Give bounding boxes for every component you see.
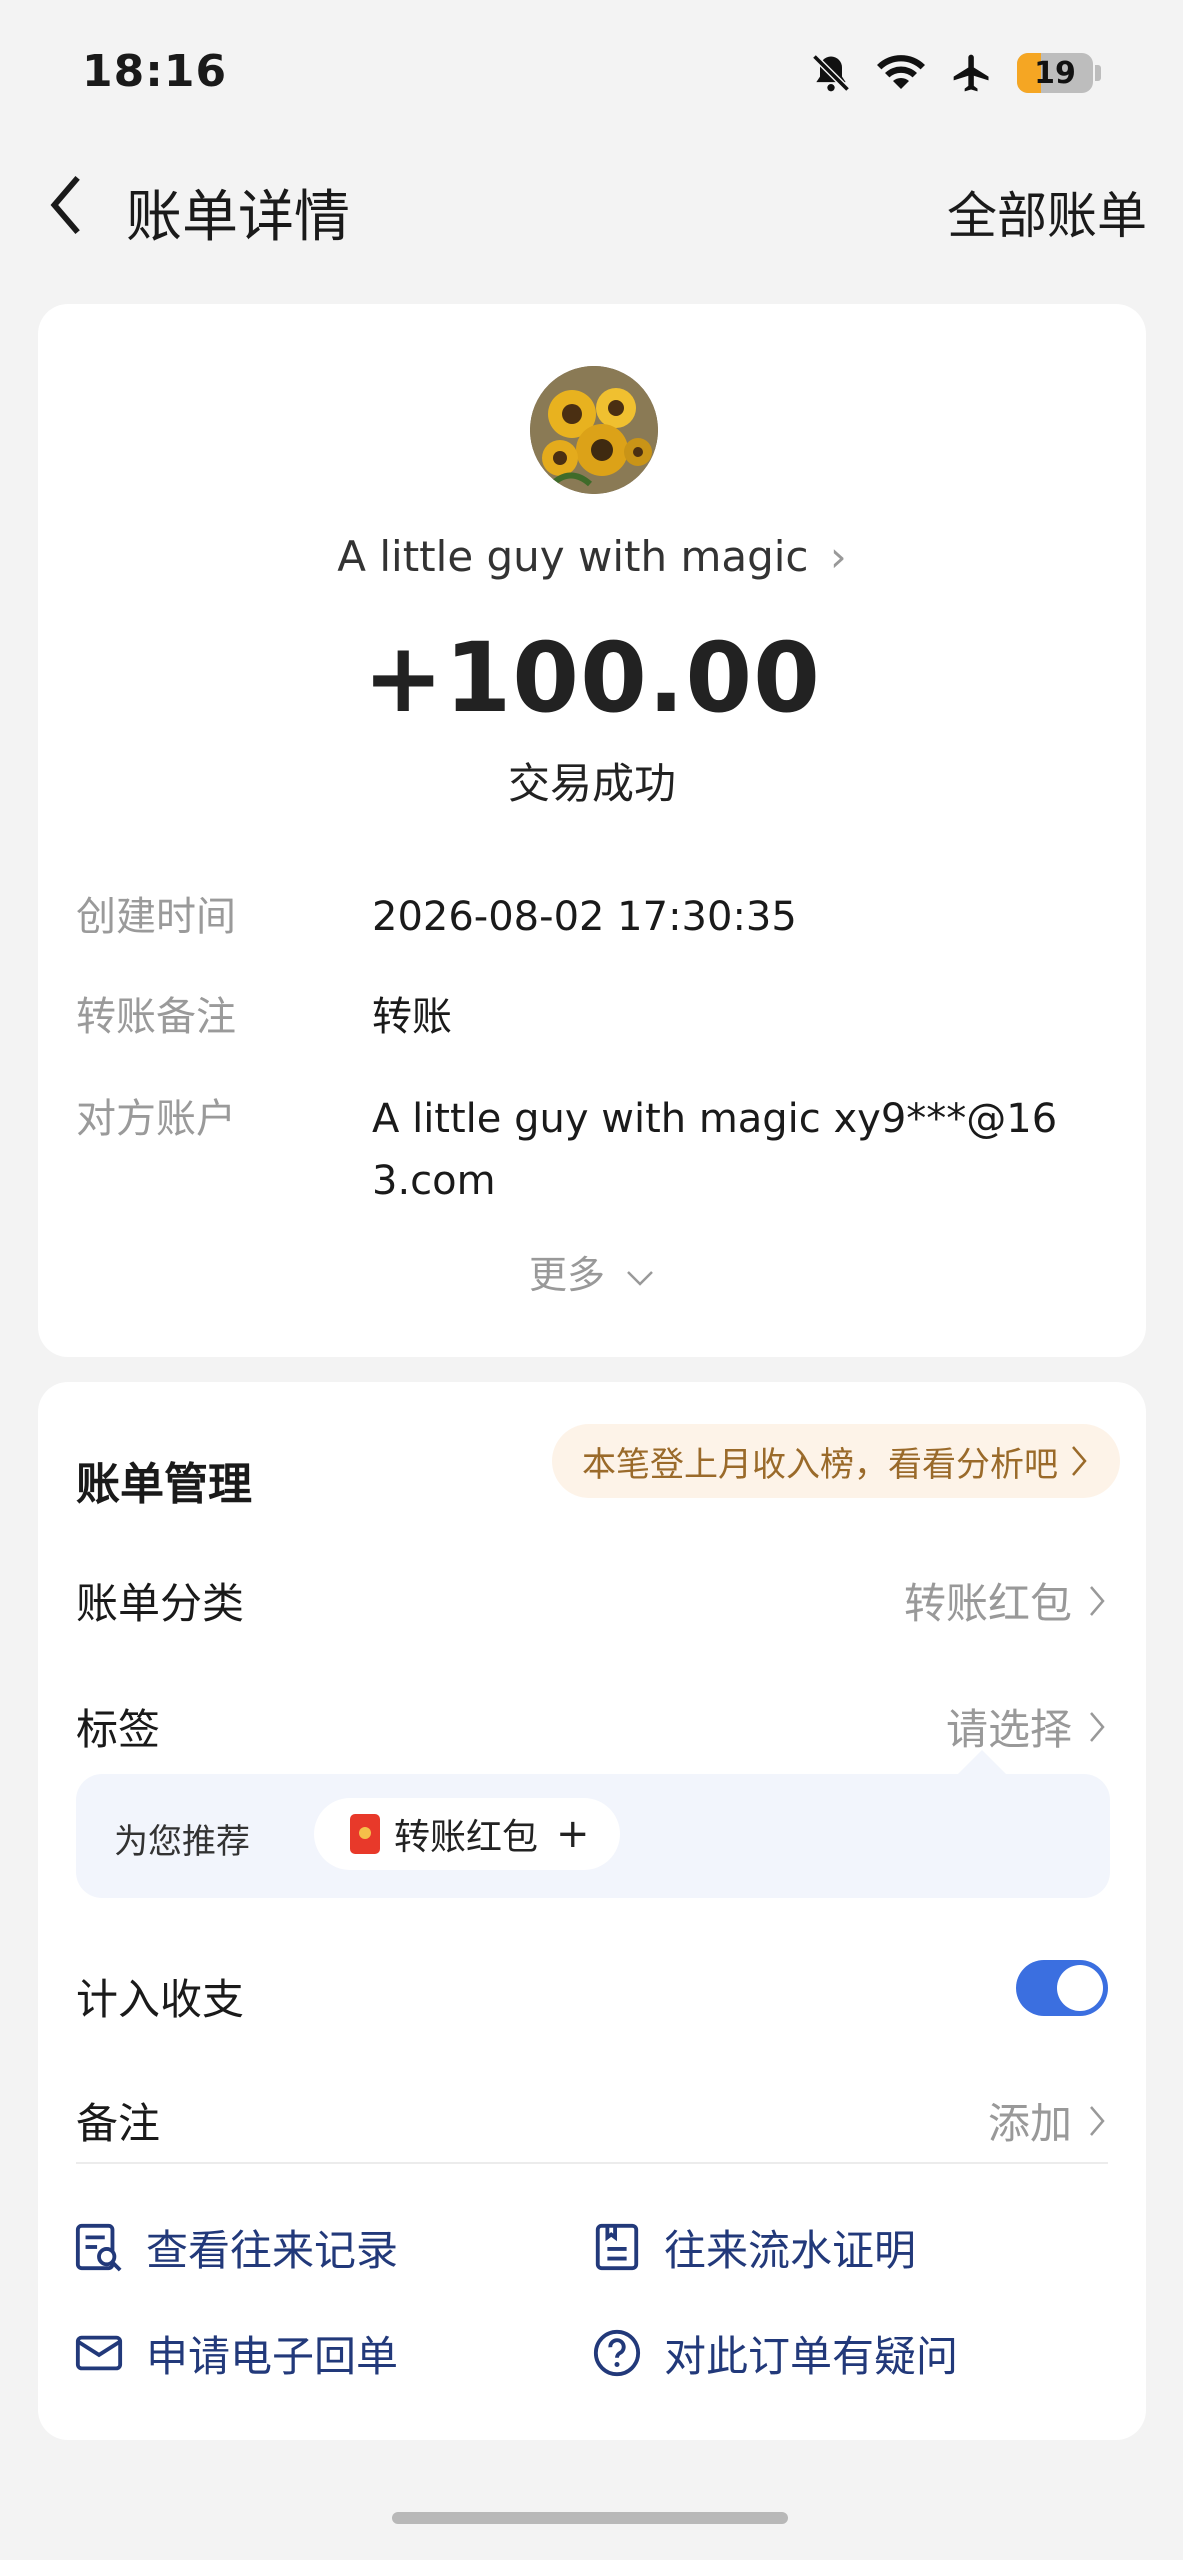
chevron-right-icon (1090, 2105, 1105, 2136)
red-packet-icon (350, 1814, 380, 1854)
statement-proof-button[interactable]: 往来流水证明 (592, 2212, 916, 2282)
e-receipt-button[interactable]: 申请电子回单 (74, 2318, 398, 2388)
wifi-icon (877, 55, 925, 89)
view-records-label: 查看往来记录 (146, 2225, 399, 2275)
bell-off-icon (812, 54, 850, 92)
detail-label: 对方账户 (76, 1096, 236, 1142)
chevron-left-icon (50, 175, 80, 235)
chevron-right-icon (1090, 1585, 1105, 1616)
home-indicator[interactable] (392, 2512, 788, 2524)
order-question-button[interactable]: 对此订单有疑问 (592, 2318, 958, 2388)
page-title: 账单详情 (126, 185, 350, 250)
include-in-stats-row: 计入收支 (76, 1948, 1108, 2038)
detail-label: 转账备注 (76, 994, 236, 1040)
chevron-right-icon: › (816, 532, 847, 581)
statement-icon (595, 2223, 639, 2271)
mail-icon (75, 2335, 123, 2371)
status-time: 18:16 (82, 46, 228, 97)
tag-value-group: 请选择 (946, 1696, 1108, 1757)
transaction-amount: +100.00 (363, 622, 821, 734)
battery-tip (1095, 65, 1101, 81)
detail-value: A little guy with magic xy9***@163.com (372, 1096, 1058, 1204)
bill-category-value-group: 转账红包 (904, 1570, 1108, 1631)
tag-value: 请选择 (945, 1705, 1072, 1754)
note-value: 添加 (987, 2099, 1072, 2148)
all-bills-link[interactable]: 全部账单 (947, 176, 1147, 248)
back-button[interactable] (36, 172, 96, 238)
status-bar: 18:16 19 (0, 0, 1183, 150)
management-card: 账单管理 本笔登上月收入榜，看看分析吧 账单分类 转账红包 标签 请选择 为您推… (38, 1382, 1146, 2440)
more-label: 更多 (528, 1253, 605, 1297)
view-records-button[interactable]: 查看往来记录 (74, 2212, 398, 2282)
include-in-stats-toggle[interactable] (1016, 1960, 1108, 2016)
chevron-down-icon (627, 1270, 653, 1286)
status-icons: 19 (809, 48, 1101, 98)
divider (76, 2162, 1108, 2164)
toggle-knob (1057, 1965, 1103, 2011)
note-value-group: 添加 (988, 2090, 1108, 2151)
recommend-chip-label: 转账红包 (394, 1817, 539, 1858)
tag-row[interactable]: 标签 请选择 (76, 1678, 1108, 1768)
battery-icon: 19 (1017, 53, 1093, 93)
recommend-pointer (956, 1750, 1008, 1776)
income-ranking-promo[interactable]: 本笔登上月收入榜，看看分析吧 (552, 1424, 1120, 1498)
detail-value: 2026-08-02 17:30:35 (372, 894, 797, 940)
recommend-tag-chip[interactable]: 转账红包 + (314, 1798, 620, 1870)
detail-value: 转账 (372, 994, 452, 1040)
detail-label: 创建时间 (76, 894, 236, 940)
tag-label: 标签 (76, 1705, 161, 1754)
include-in-stats-label: 计入收支 (76, 1975, 245, 2024)
recommend-label: 为您推荐 (114, 1822, 250, 1862)
order-question-label: 对此订单有疑问 (664, 2331, 959, 2381)
airplane-icon (953, 54, 989, 92)
sunflower-avatar-image (530, 366, 658, 494)
note-label: 备注 (76, 2099, 161, 2148)
nav-bar: 账单详情 全部账单 (0, 150, 1183, 260)
plus-icon: + (556, 1811, 590, 1857)
payee-name-link[interactable]: A little guy with magic › (38, 532, 1146, 581)
note-row[interactable]: 备注 添加 (76, 2072, 1108, 2162)
bill-category-label: 账单分类 (76, 1579, 245, 1628)
chevron-right-icon (1072, 1446, 1087, 1476)
payee-name: A little guy with magic (337, 532, 809, 581)
recommend-box: 为您推荐 转账红包 + (76, 1750, 1110, 1898)
e-receipt-label: 申请电子回单 (146, 2331, 399, 2381)
transaction-status: 交易成功 (507, 759, 676, 808)
promo-text: 本笔登上月收入榜，看看分析吧 (582, 1444, 1058, 1485)
transaction-card: A little guy with magic › +100.00 交易成功 创… (38, 304, 1146, 1357)
records-search-icon (75, 2223, 122, 2272)
more-button[interactable]: 更多 (38, 1244, 1146, 1299)
bill-category-value: 转账红包 (903, 1579, 1072, 1628)
bill-category-row[interactable]: 账单分类 转账红包 (76, 1552, 1108, 1642)
chevron-right-icon (1090, 1711, 1105, 1742)
statement-proof-label: 往来流水证明 (664, 2225, 917, 2275)
battery-level: 19 (1034, 56, 1076, 91)
avatar[interactable] (530, 366, 658, 494)
question-icon (593, 2329, 641, 2377)
management-title: 账单管理 (76, 1459, 252, 1510)
